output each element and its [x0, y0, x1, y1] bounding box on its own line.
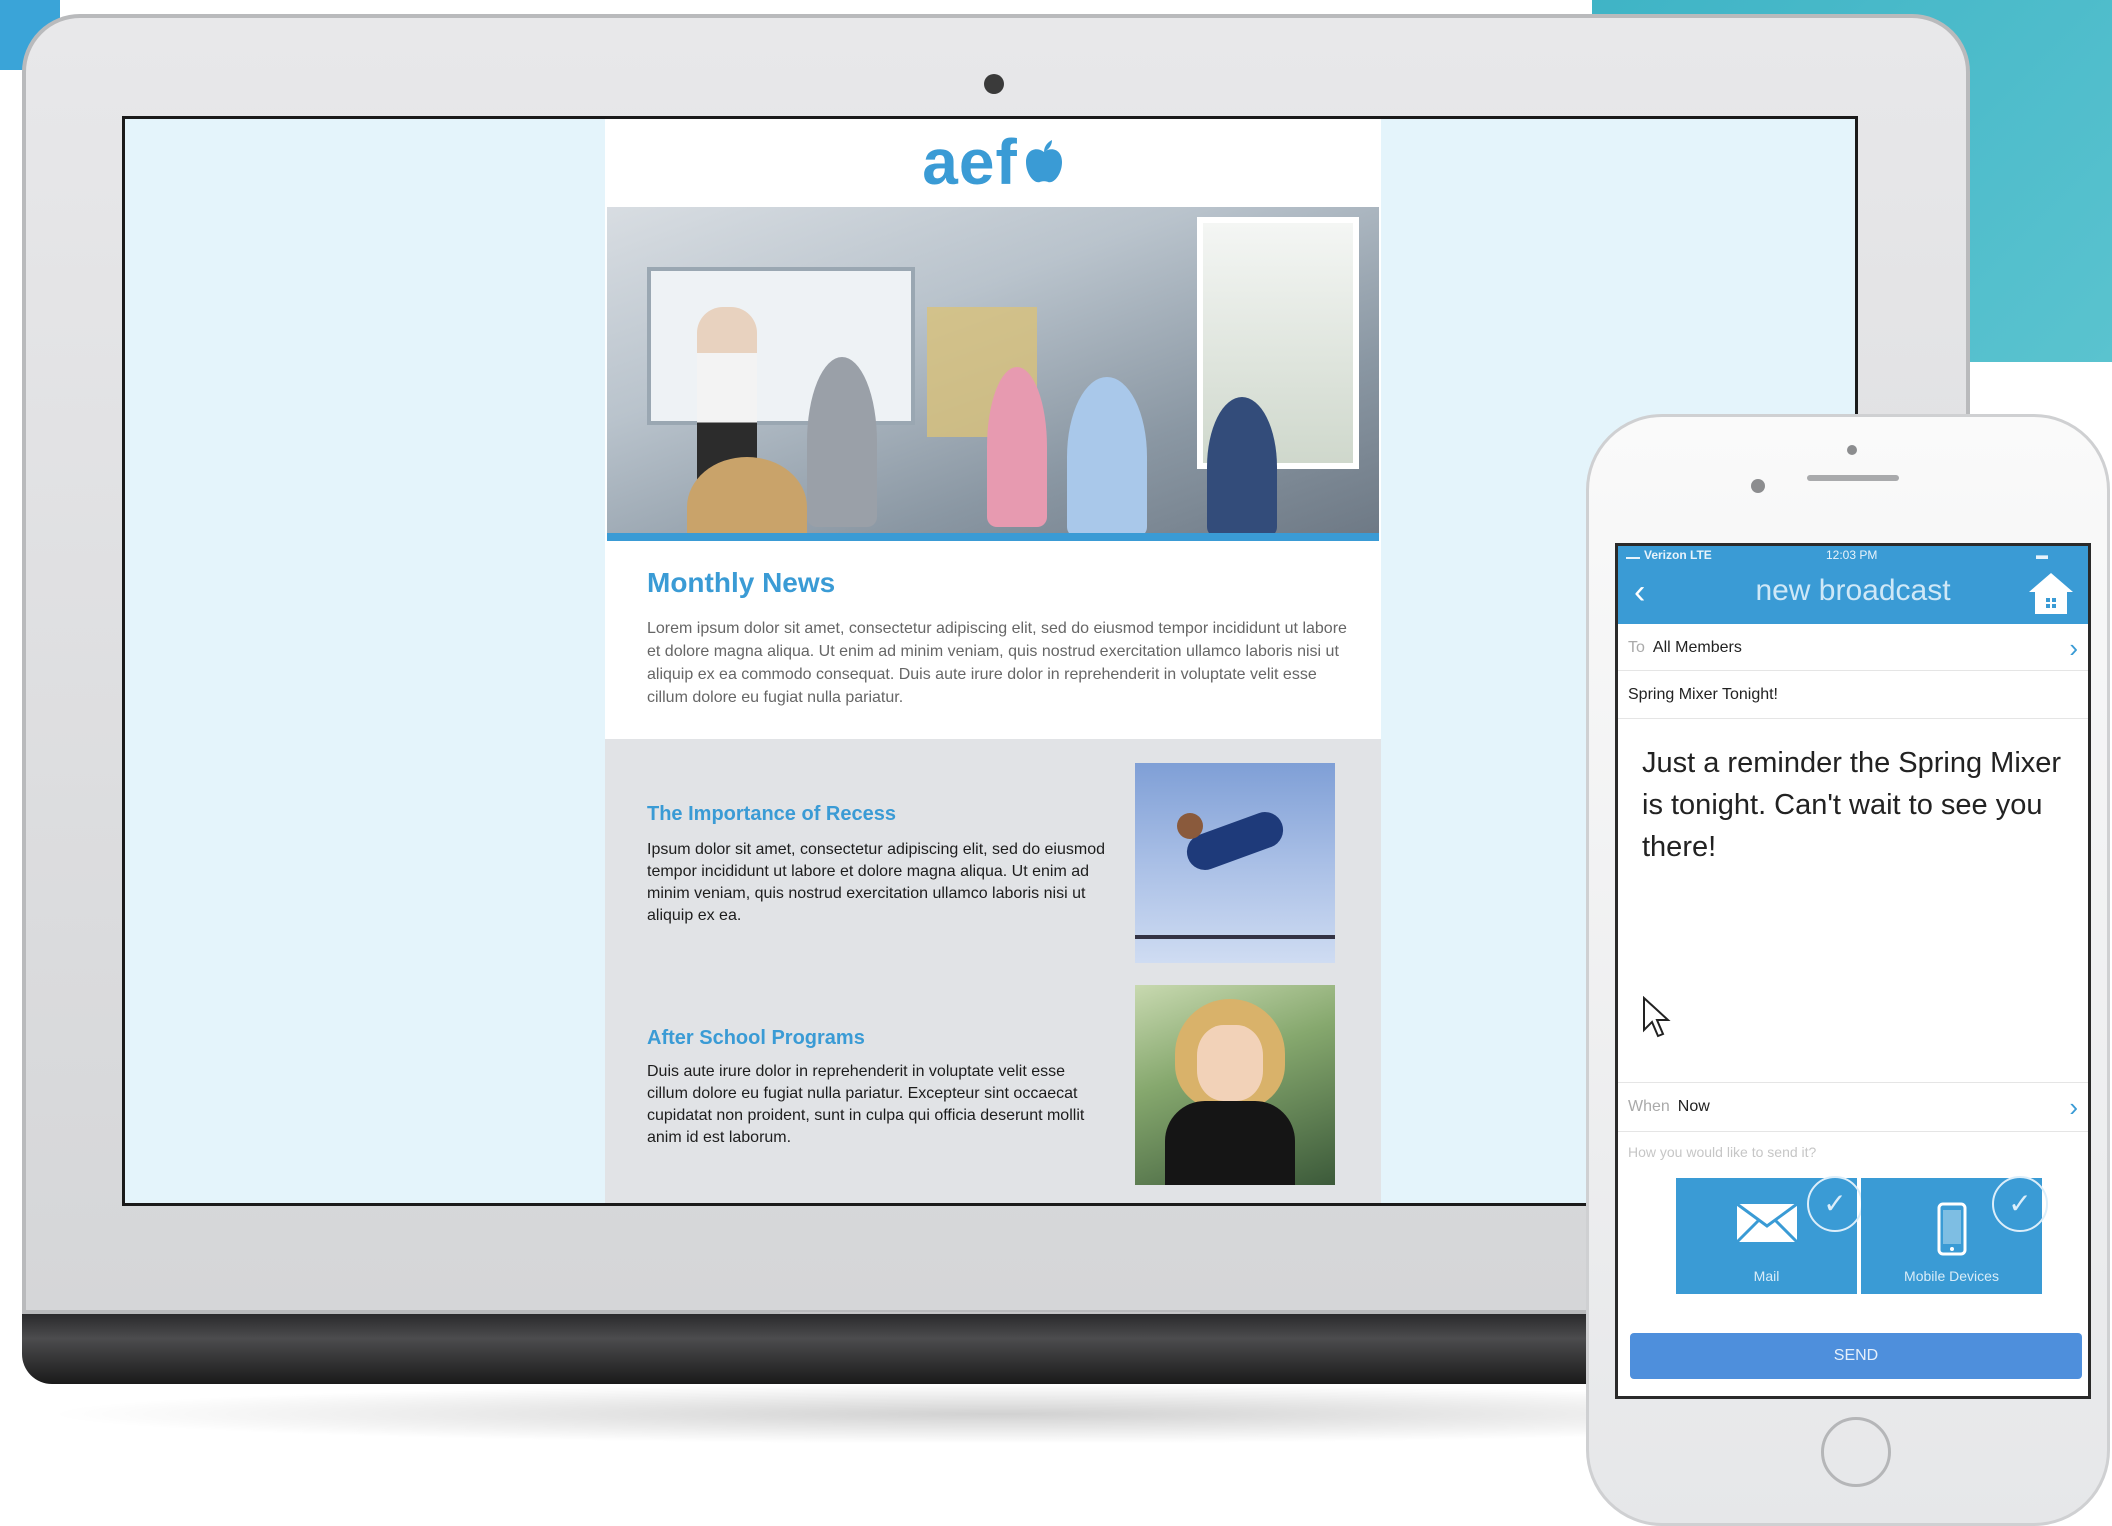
message-body-field[interactable]: Just a reminder the Spring Mixer is toni…	[1642, 742, 2062, 868]
swinging-boy-head	[1177, 813, 1203, 839]
mobile-devices-option-label: Mobile Devices	[1904, 1268, 1999, 1284]
chevron-right-icon[interactable]: ›	[2069, 1083, 2078, 1131]
subject-text: Spring Mixer Tonight!	[1628, 686, 1778, 703]
battery-icon: ▬	[2036, 548, 2048, 562]
articles-section: The Importance of Recess Ipsum dolor sit…	[605, 739, 1381, 1203]
student-figure	[687, 457, 807, 541]
check-icon: ✓	[1807, 1176, 1863, 1232]
laptop-camera	[984, 74, 1004, 94]
phone-sensor	[1847, 445, 1857, 455]
to-label: To	[1628, 639, 1645, 656]
student-figure	[1207, 397, 1277, 537]
status-bar: Verizon LTE 12:03 PM ▬	[1626, 548, 2080, 564]
student-figure	[1067, 377, 1147, 537]
to-value: All Members	[1652, 639, 1742, 656]
chevron-right-icon[interactable]: ›	[2069, 626, 2078, 670]
screen-title: new broadcast	[1755, 574, 1951, 607]
network-text: LTE	[1690, 548, 1712, 562]
mail-option-label: Mail	[1753, 1268, 1780, 1284]
whiteboard	[647, 267, 915, 425]
send-method-prompt: How you would like to send it?	[1628, 1144, 1817, 1160]
article-title[interactable]: The Importance of Recess	[647, 803, 896, 826]
send-method-options: ✓ Mail ✓ Mobile Devices	[1676, 1176, 2048, 1294]
carrier-text: Verizon	[1644, 548, 1687, 562]
phone-home-button[interactable]	[1821, 1417, 1891, 1487]
recess-swing-image	[1135, 763, 1335, 963]
check-icon: ✓	[1992, 1176, 2048, 1232]
hero-accent-stripe	[607, 533, 1379, 541]
student-figure	[987, 367, 1047, 527]
student-figure	[807, 357, 877, 527]
mobile-devices-option-button[interactable]: ✓ Mobile Devices	[1861, 1176, 2048, 1294]
send-button[interactable]: SEND	[1630, 1333, 2082, 1379]
back-chevron-icon[interactable]: ‹	[1634, 572, 1645, 612]
logo-text: aef	[922, 126, 1018, 198]
apple-icon	[1025, 140, 1062, 183]
home-icon[interactable]	[2026, 570, 2076, 616]
mobile-device-icon	[1937, 1202, 1966, 1256]
when-value: Now	[1677, 1098, 1710, 1115]
mail-option-button[interactable]: ✓ Mail	[1676, 1176, 1863, 1294]
monthly-news-body: Lorem ipsum dolor sit amet, consectetur …	[647, 620, 1347, 706]
status-time: 12:03 PM	[1826, 548, 1878, 562]
girl-face	[1197, 1025, 1263, 1101]
newsletter-email: aef Monthly News Lorem ipsum dolor sit a…	[605, 119, 1381, 1203]
when-label: When	[1628, 1098, 1670, 1115]
signal-icon	[1626, 549, 1640, 559]
swing-frame	[1135, 935, 1335, 963]
monthly-news-title: Monthly News	[647, 567, 836, 598]
smartphone: Verizon LTE 12:03 PM ▬ ‹ new broadcast T…	[1586, 414, 2110, 1526]
subject-field[interactable]: Spring Mixer Tonight!	[1618, 672, 2088, 719]
carrier-label: Verizon LTE	[1626, 548, 1712, 562]
mail-icon	[1735, 1202, 1798, 1244]
aef-logo: aef	[605, 119, 1381, 205]
phone-front-camera	[1751, 479, 1765, 493]
after-school-girl-image	[1135, 985, 1335, 1185]
article-body: Ipsum dolor sit amet, consectetur adipis…	[647, 841, 1106, 924]
monthly-news-section: Monthly News Lorem ipsum dolor sit amet,…	[605, 543, 1381, 739]
article-title[interactable]: After School Programs	[647, 1027, 865, 1050]
when-row[interactable]: When Now ›	[1618, 1082, 2088, 1132]
article-body: Duis aute irure dolor in reprehenderit i…	[647, 1063, 1085, 1146]
classroom-hero-image	[607, 207, 1379, 541]
broadcast-header: Verizon LTE 12:03 PM ▬ ‹ new broadcast	[1618, 546, 2088, 624]
to-recipients-row[interactable]: To All Members ›	[1618, 626, 2088, 671]
phone-speaker	[1807, 475, 1899, 481]
phone-screen: Verizon LTE 12:03 PM ▬ ‹ new broadcast T…	[1615, 543, 2091, 1399]
girl-shirt	[1165, 1101, 1295, 1185]
mouse-cursor-icon	[1643, 996, 1671, 1038]
